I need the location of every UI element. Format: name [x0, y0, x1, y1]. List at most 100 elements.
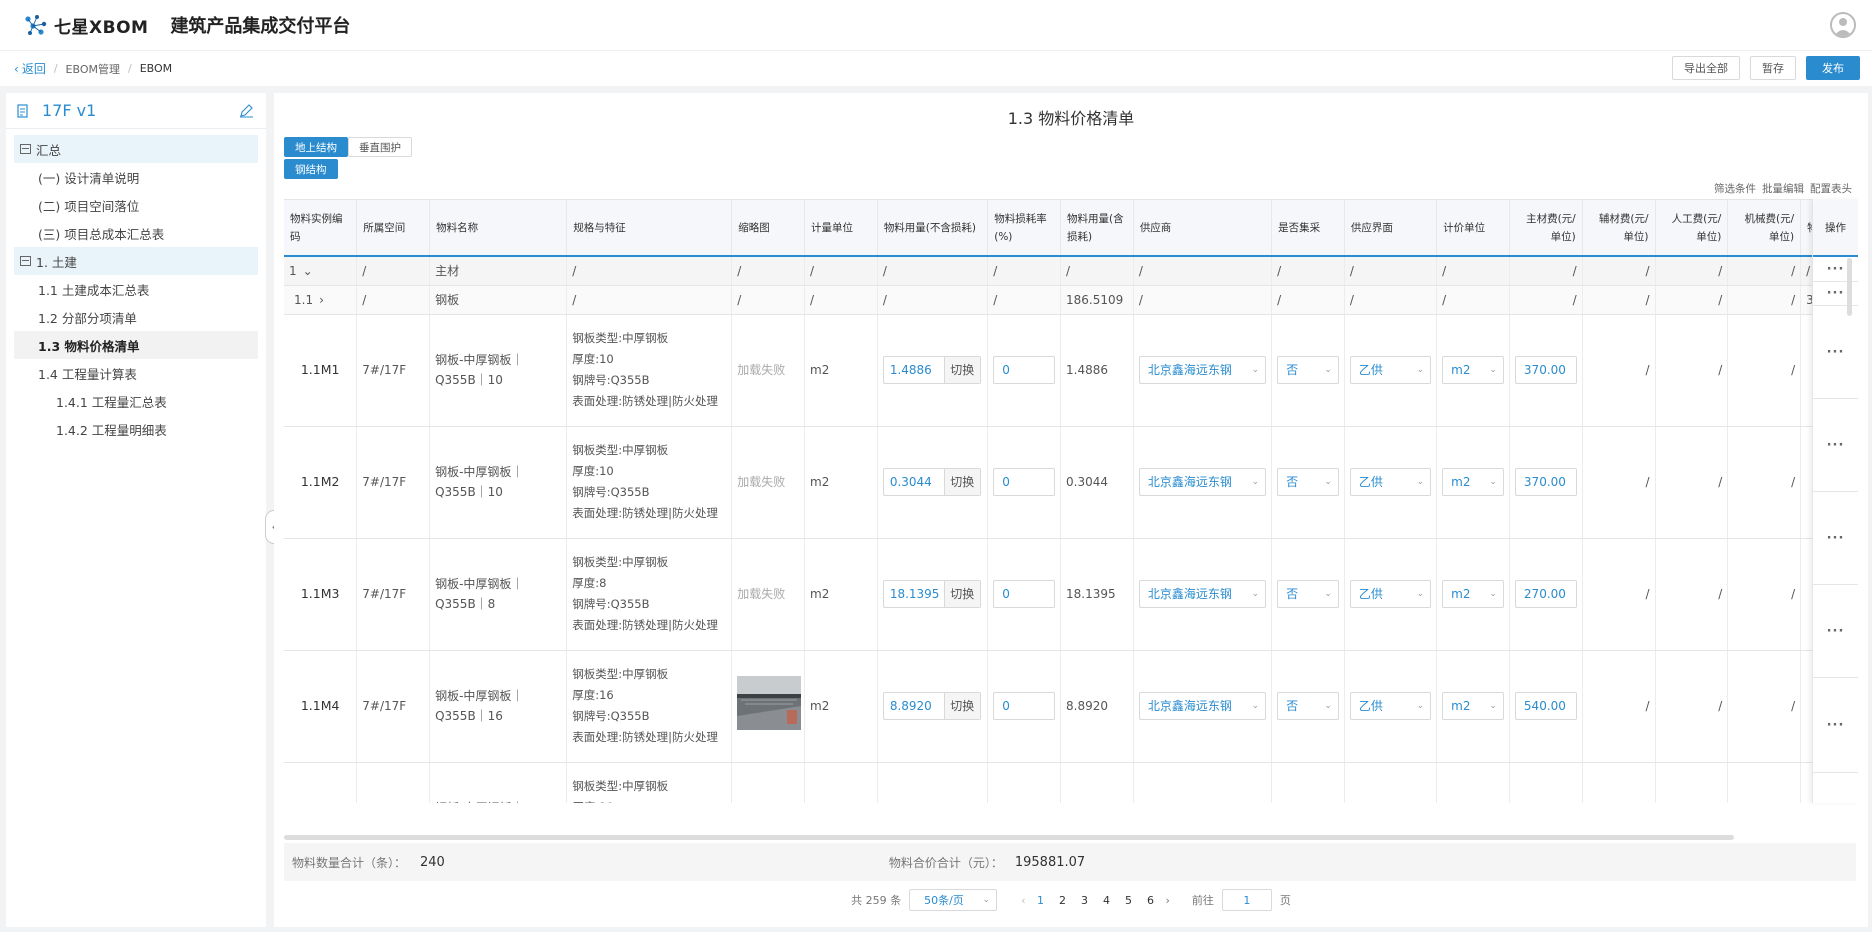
- more-actions-icon[interactable]: ···: [1813, 492, 1858, 585]
- switch-button[interactable]: 切换: [943, 469, 980, 495]
- sidebar-item[interactable]: 1.4 工程量计算表: [14, 359, 258, 387]
- thumbnail-cell[interactable]: 加载失败: [731, 538, 806, 651]
- sidebar-item[interactable]: 1.1 土建成本汇总表: [14, 275, 258, 303]
- more-actions-icon[interactable]: ···: [1813, 585, 1858, 678]
- column-header[interactable]: 是否集采: [1271, 200, 1345, 257]
- more-actions-icon[interactable]: ···: [1813, 399, 1858, 492]
- column-header[interactable]: 人工费(元/单位): [1655, 200, 1729, 257]
- supplier-select[interactable]: 北京鑫海远东钢 ⌄: [1138, 468, 1267, 496]
- column-header[interactable]: 计量单位: [804, 200, 878, 257]
- loss-rate-input[interactable]: 0: [993, 356, 1056, 384]
- column-header[interactable]: 供应商: [1133, 200, 1273, 257]
- thumbnail-cell[interactable]: [731, 650, 806, 763]
- column-header[interactable]: 计价单位: [1436, 200, 1510, 257]
- row-code[interactable]: 1.1 ›: [284, 285, 358, 315]
- column-header[interactable]: 辅材费(元/单位): [1582, 200, 1656, 257]
- switch-button[interactable]: 切换: [943, 581, 980, 607]
- sidebar-item[interactable]: 1.3 物料价格清单: [14, 331, 258, 359]
- save-draft-button[interactable]: 暂存: [1750, 56, 1796, 80]
- thumbnail-image[interactable]: [737, 676, 802, 730]
- column-header[interactable]: 物料用量(含损耗): [1060, 200, 1134, 257]
- loss-rate-input[interactable]: 0: [993, 468, 1056, 496]
- column-header[interactable]: 物料用量(不含损耗): [877, 200, 989, 257]
- supplier-select[interactable]: 北京鑫海远东钢 ⌄: [1138, 580, 1267, 608]
- switch-button[interactable]: 切换: [943, 693, 980, 719]
- column-header[interactable]: 供应界面: [1344, 200, 1438, 257]
- quantity-input[interactable]: 18.1395 切换: [882, 580, 981, 608]
- quantity-input[interactable]: 8.8920 切换: [882, 692, 981, 720]
- column-header[interactable]: 物料实例编码: [284, 200, 358, 257]
- edit-icon[interactable]: [239, 103, 254, 118]
- back-link[interactable]: ‹ 返回: [14, 60, 46, 77]
- main-fee-input[interactable]: 540.00: [1514, 692, 1577, 720]
- tab-vertical-enclosure[interactable]: 垂直围护: [348, 137, 412, 157]
- supply-interface-select[interactable]: 乙供 ⌄: [1349, 356, 1432, 384]
- page-number[interactable]: 6: [1144, 894, 1158, 907]
- horizontal-scrollbar[interactable]: [284, 835, 1734, 840]
- user-avatar-icon[interactable]: [1830, 12, 1856, 38]
- price-unit-select[interactable]: m2 ⌄: [1442, 356, 1504, 384]
- expand-toggle-icon[interactable]: ›: [319, 293, 324, 307]
- main-fee-input[interactable]: 270.00: [1514, 580, 1577, 608]
- page-number[interactable]: 3: [1078, 894, 1092, 907]
- thumbnail-cell[interactable]: 加载失败: [731, 426, 806, 539]
- quantity-input[interactable]: 0.3044 切换: [882, 468, 981, 496]
- sidebar-item[interactable]: 汇总: [14, 135, 258, 163]
- goto-page-input[interactable]: 1: [1221, 889, 1272, 911]
- row-code[interactable]: 1 ⌄: [284, 256, 358, 286]
- switch-button[interactable]: 切换: [943, 357, 980, 383]
- supplier-select[interactable]: 北京鑫海远东钢 ⌄: [1138, 356, 1267, 384]
- main-fee-input[interactable]: 370.00: [1514, 356, 1577, 384]
- next-page-icon[interactable]: ›: [1166, 894, 1170, 907]
- page-number[interactable]: 4: [1100, 894, 1114, 907]
- central-purchase-select[interactable]: 否 ⌄: [1277, 468, 1339, 496]
- column-header[interactable]: 物料名称: [429, 200, 568, 257]
- sidebar-item[interactable]: 1.4.1 工程量汇总表: [14, 387, 258, 415]
- batch-edit-link[interactable]: 批量编辑: [1762, 181, 1804, 196]
- loss-rate-input[interactable]: 0: [993, 692, 1056, 720]
- vertical-scrollbar[interactable]: [1847, 258, 1852, 316]
- page-size-select[interactable]: 50条/页 ⌄: [909, 889, 998, 911]
- column-header[interactable]: 物料损耗率(%): [987, 200, 1062, 257]
- column-header[interactable]: 缩略图: [731, 200, 806, 257]
- more-actions-icon[interactable]: ···: [1813, 678, 1858, 773]
- sidebar-item[interactable]: 1.2 分部分项清单: [14, 303, 258, 331]
- central-purchase-select[interactable]: 否 ⌄: [1277, 356, 1339, 384]
- main-fee-input[interactable]: 370.00: [1514, 468, 1577, 496]
- prev-page-icon[interactable]: ‹: [1021, 894, 1025, 907]
- loss-rate-input[interactable]: 0: [993, 580, 1056, 608]
- price-unit-select[interactable]: m2 ⌄: [1442, 692, 1504, 720]
- export-all-button[interactable]: 导出全部: [1672, 56, 1740, 80]
- sidebar-item[interactable]: 1.4.2 工程量明细表: [14, 415, 258, 443]
- supply-interface-select[interactable]: 乙供 ⌄: [1349, 692, 1432, 720]
- central-purchase-select[interactable]: 否 ⌄: [1277, 580, 1339, 608]
- sidebar-item[interactable]: (一) 设计清单说明: [14, 163, 258, 191]
- breadcrumb-ebom-management[interactable]: EBOM管理: [66, 61, 120, 77]
- supply-interface-select[interactable]: 乙供 ⌄: [1349, 468, 1432, 496]
- more-actions-icon[interactable]: ···: [1813, 306, 1858, 399]
- central-purchase-select[interactable]: 否 ⌄: [1277, 692, 1339, 720]
- config-header-link[interactable]: 配置表头: [1810, 181, 1852, 196]
- sidebar-item[interactable]: (二) 项目空间落位: [14, 191, 258, 219]
- page-number[interactable]: 2: [1056, 894, 1070, 907]
- logo[interactable]: 七星XBOM: [24, 13, 148, 38]
- price-unit-select[interactable]: m2 ⌄: [1442, 468, 1504, 496]
- price-unit-select[interactable]: m2 ⌄: [1442, 580, 1504, 608]
- page-number[interactable]: 1: [1034, 894, 1048, 907]
- expand-toggle-icon[interactable]: ⌄: [303, 264, 313, 278]
- supplier-select[interactable]: 北京鑫海远东钢 ⌄: [1138, 692, 1267, 720]
- thumbnail-cell[interactable]: 加载失败: [731, 762, 806, 803]
- supply-interface-select[interactable]: 乙供 ⌄: [1349, 580, 1432, 608]
- tab-steel-structure[interactable]: 钢结构: [284, 159, 338, 179]
- column-header[interactable]: 规格与特征: [566, 200, 733, 257]
- sidebar-item[interactable]: (三) 项目总成本汇总表: [14, 219, 258, 247]
- column-header[interactable]: 主材费(元/单位): [1509, 200, 1583, 257]
- column-header[interactable]: 所属空间: [356, 200, 431, 257]
- thumbnail-cell[interactable]: 加载失败: [731, 314, 806, 427]
- tab-above-ground[interactable]: 地上结构: [284, 137, 348, 157]
- filter-link[interactable]: 筛选条件: [1714, 181, 1756, 196]
- quantity-input[interactable]: 1.4886 切换: [882, 356, 981, 384]
- column-header[interactable]: 机械费(元/单位): [1727, 200, 1802, 257]
- publish-button[interactable]: 发布: [1806, 56, 1860, 80]
- page-number[interactable]: 5: [1122, 894, 1136, 907]
